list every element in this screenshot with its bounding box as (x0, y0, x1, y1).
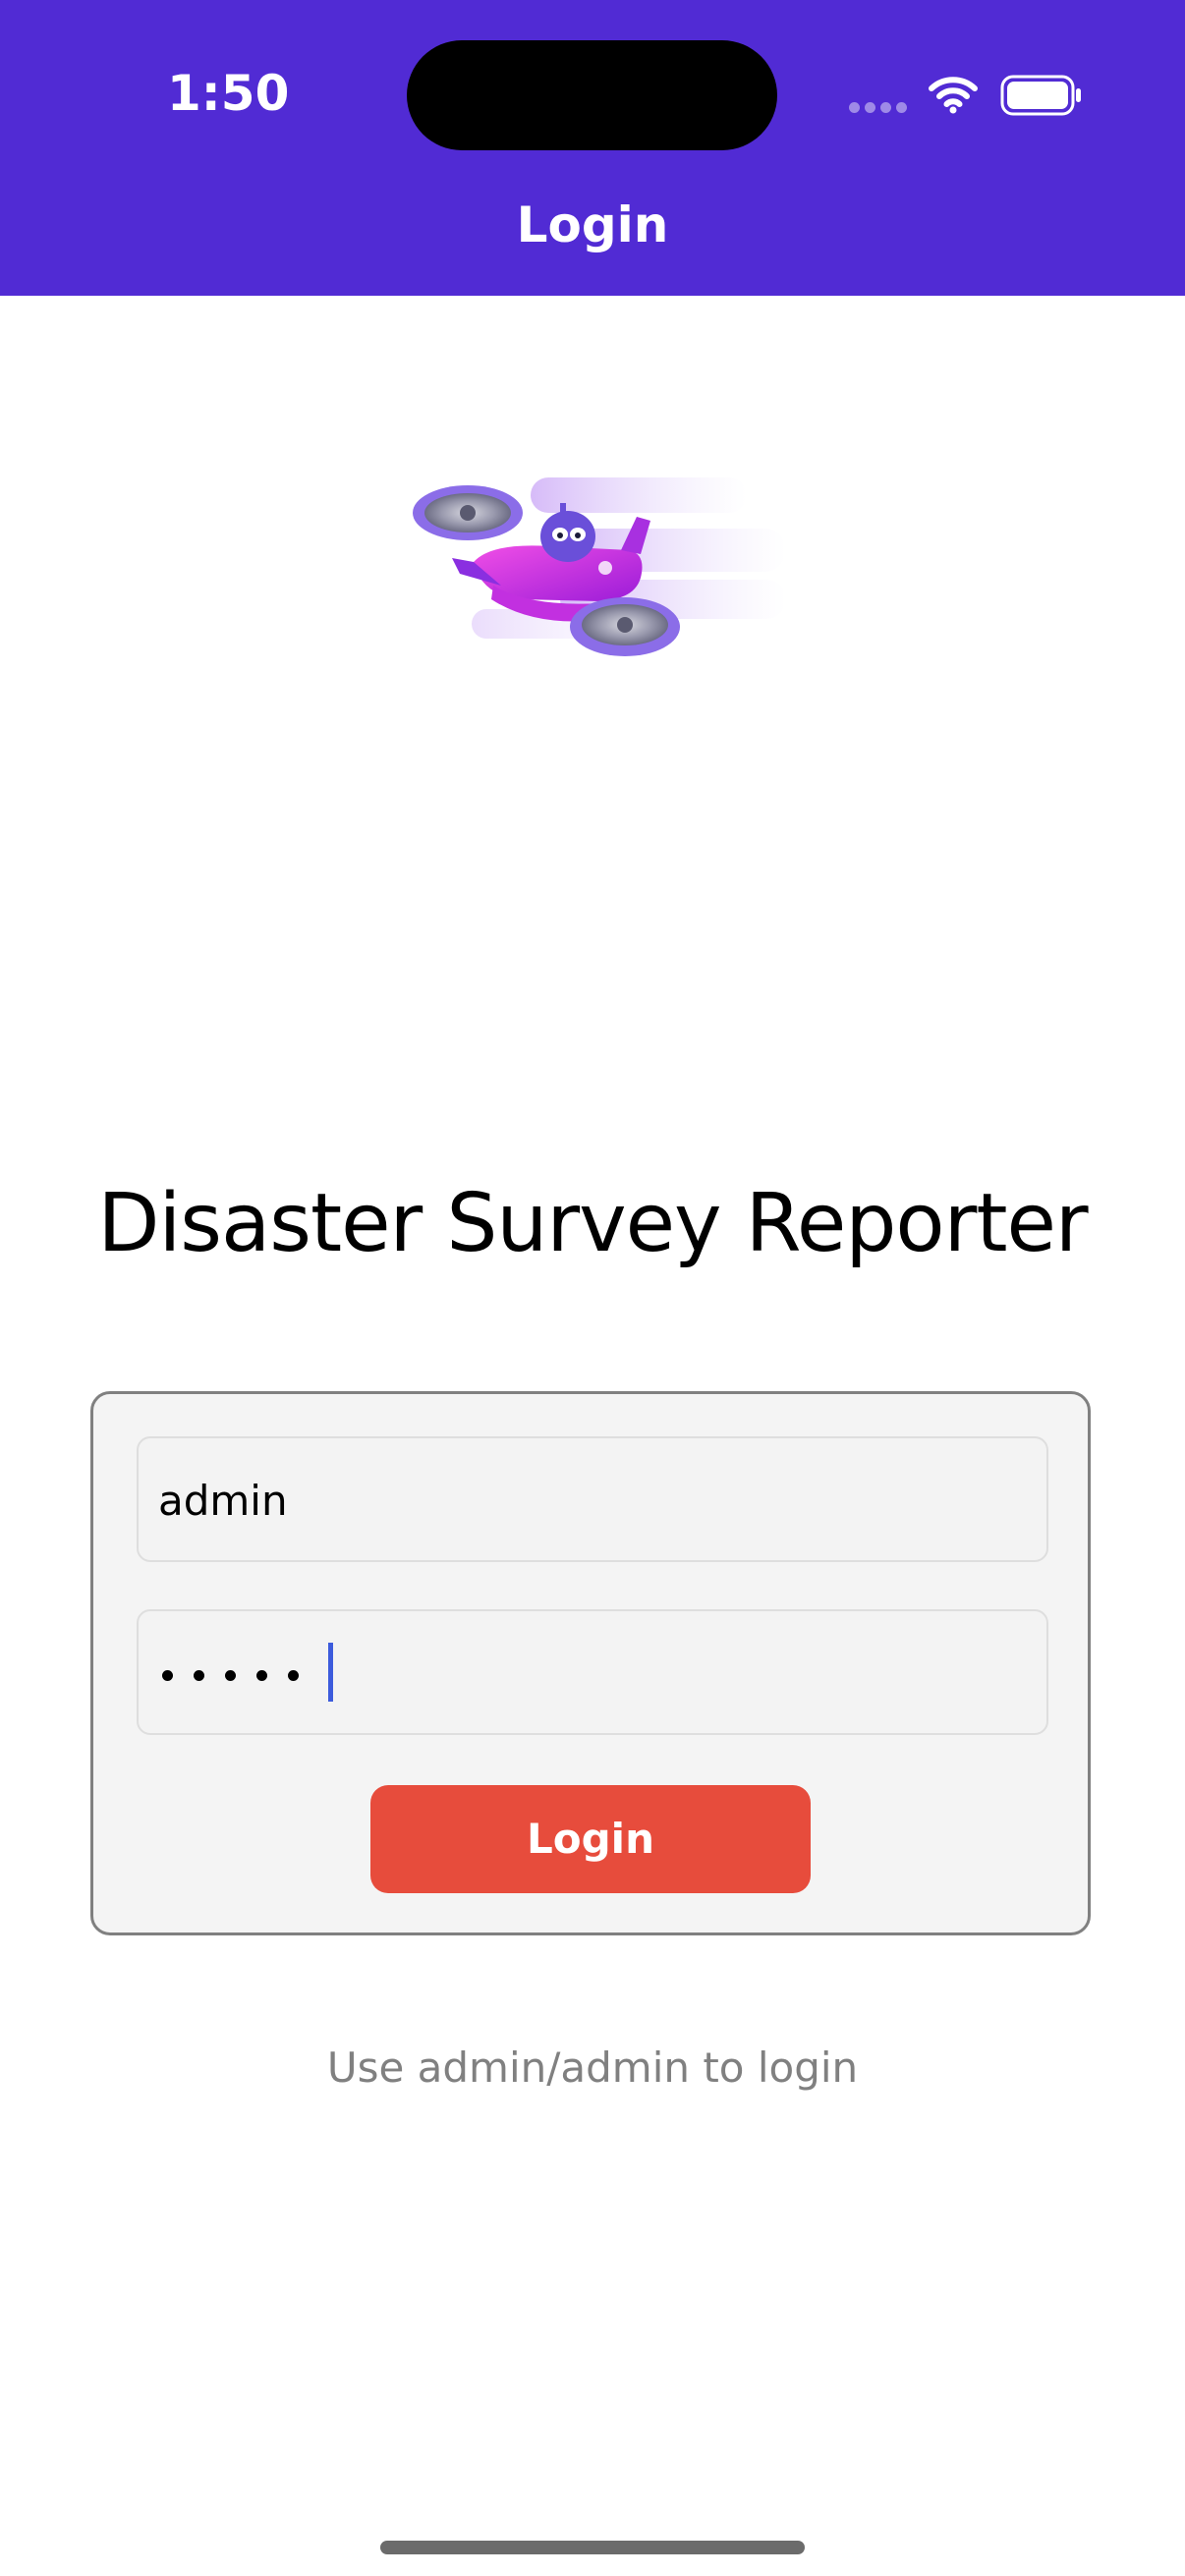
status-time: 1:50 (167, 65, 290, 122)
dynamic-island (407, 40, 777, 150)
wifi-icon (929, 77, 978, 114)
login-button[interactable]: Login (370, 1785, 811, 1893)
username-value: admin (158, 1477, 288, 1525)
navigation-bar: 1:50 Login (0, 0, 1185, 296)
login-card: admin Login (90, 1391, 1091, 1935)
cellular-signal-icon (849, 102, 908, 114)
text-cursor (328, 1643, 333, 1702)
login-screen: 1:50 Login Disaster Survey Reporter admi… (0, 0, 1185, 2576)
dotnet-bot-airplane-illustration (413, 477, 786, 656)
login-hint: Use admin/admin to login (326, 2044, 859, 2092)
battery-icon (1000, 75, 1081, 116)
password-field[interactable] (137, 1609, 1048, 1735)
home-indicator[interactable] (380, 2541, 805, 2554)
app-title: Disaster Survey Reporter (97, 1177, 1088, 1270)
username-field[interactable]: admin (137, 1436, 1048, 1562)
nav-title: Login (516, 196, 669, 253)
